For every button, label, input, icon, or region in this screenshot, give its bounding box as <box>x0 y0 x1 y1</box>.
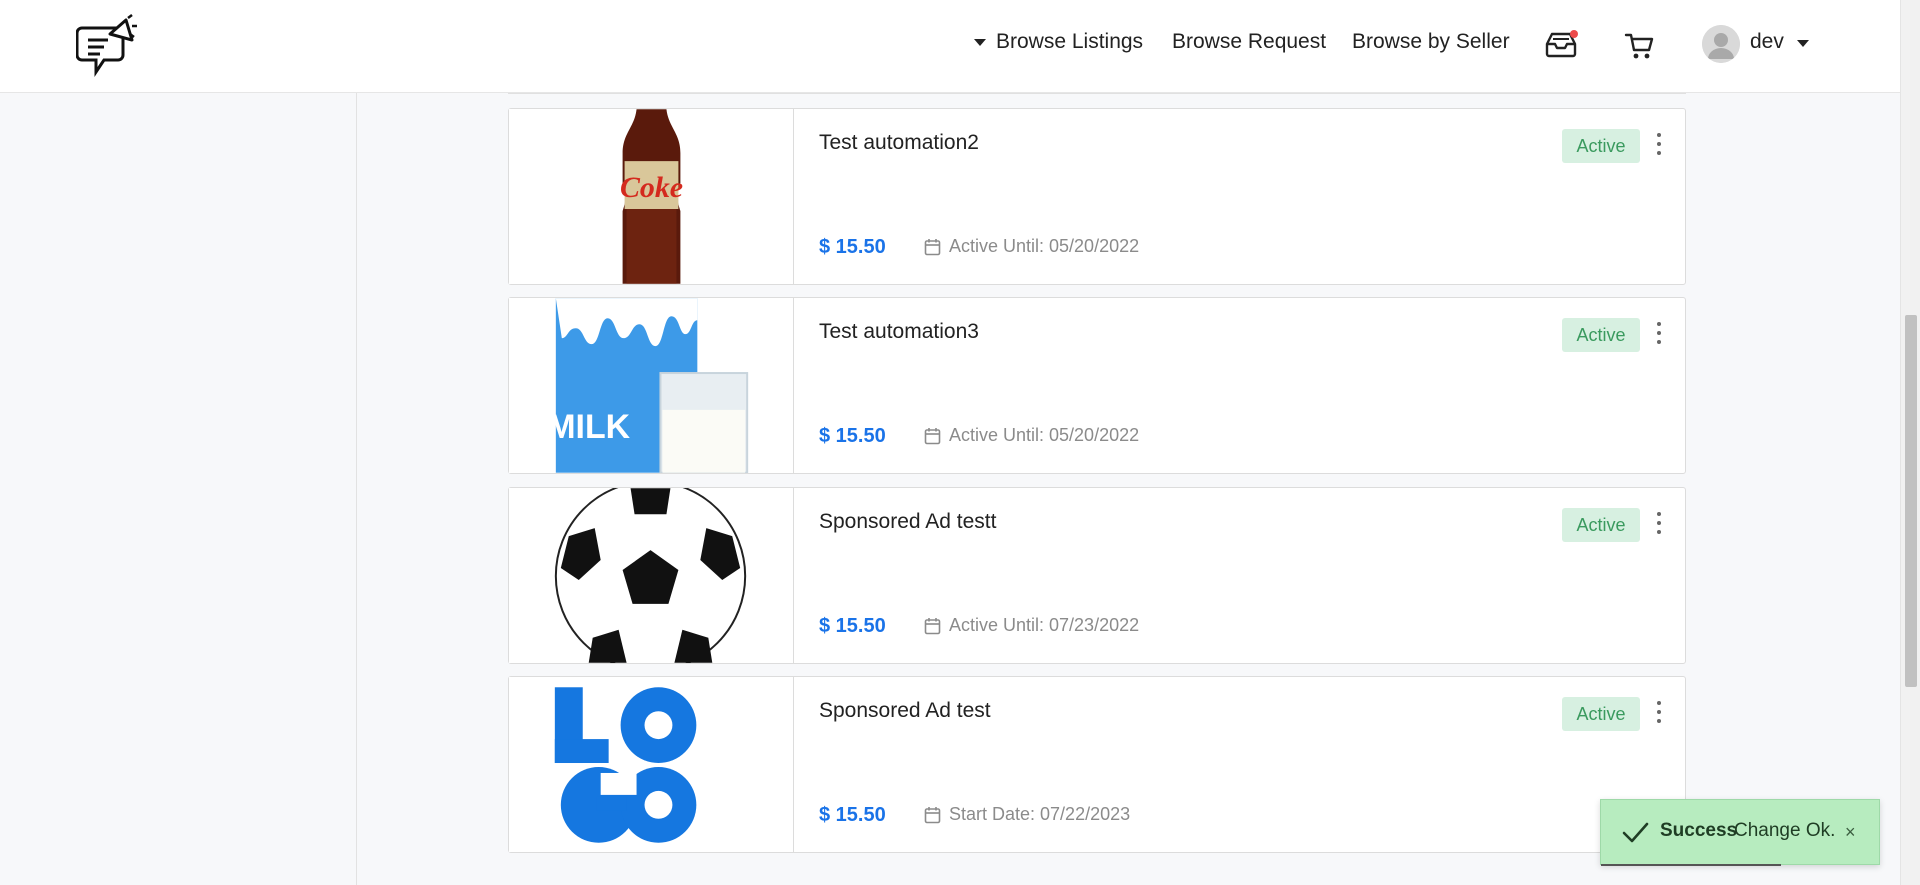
calendar-icon <box>924 238 941 255</box>
inbox-button[interactable] <box>1544 30 1578 60</box>
listing-date: Active Until: 07/23/2022 <box>924 615 1139 636</box>
listing-price: $ 15.50 <box>819 615 886 637</box>
listing-image[interactable] <box>509 488 794 663</box>
listing-card[interactable]: MILK Test automation3 $ 15.50 Active Unt… <box>508 297 1686 474</box>
shopping-cart-icon <box>1624 33 1654 59</box>
calendar-icon <box>924 806 941 823</box>
listing-price: $ 15.50 <box>819 236 886 258</box>
sidebar-divider <box>356 93 357 885</box>
toast-message: Change Ok. <box>1734 820 1836 841</box>
megaphone-chat-logo-icon <box>75 14 137 77</box>
more-options-icon[interactable] <box>1654 512 1664 534</box>
listing-price: $ 15.50 <box>819 425 886 447</box>
cart-button[interactable] <box>1624 32 1654 60</box>
user-silhouette-icon <box>1702 25 1740 63</box>
coke-bottle-icon: Coke <box>620 109 683 284</box>
nav-browse-by-seller[interactable]: Browse by Seller <box>1352 30 1510 54</box>
listing-date-text: Active Until: 05/20/2022 <box>949 236 1140 256</box>
listing-date-text: Start Date: 07/22/2023 <box>949 804 1131 824</box>
top-navbar: Browse Listings Browse Request Browse by… <box>0 0 1900 93</box>
status-badge: Active <box>1562 697 1640 731</box>
status-badge: Active <box>1562 508 1640 542</box>
vertical-scrollbar[interactable] <box>1900 0 1920 885</box>
soccer-ball-icon <box>554 488 747 663</box>
close-icon[interactable]: × <box>1845 822 1856 843</box>
success-toast: Success Change Ok. × <box>1600 799 1880 866</box>
user-avatar[interactable] <box>1702 25 1740 63</box>
milk-carton-icon: MILK <box>547 298 749 473</box>
toast-progress-bar <box>1601 864 1781 866</box>
listing-card[interactable]: Coke Test automation2 $ 15.50 Active Unt… <box>508 108 1686 285</box>
calendar-icon <box>924 617 941 634</box>
scrollbar-thumb[interactable] <box>1905 315 1917 687</box>
nav-browse-listings-label: Browse Listings <box>996 30 1144 53</box>
svg-text:MILK: MILK <box>547 408 630 446</box>
listing-image[interactable]: Coke <box>509 109 794 284</box>
listing-date-text: Active Until: 05/20/2022 <box>949 425 1140 445</box>
status-badge: Active <box>1562 318 1640 352</box>
listing-date: Start Date: 07/22/2023 <box>924 804 1130 825</box>
status-badge: Active <box>1562 129 1640 163</box>
more-options-icon[interactable] <box>1654 322 1664 344</box>
user-menu-caret-icon[interactable] <box>1797 40 1809 47</box>
listing-date: Active Until: 05/20/2022 <box>924 236 1139 257</box>
caret-down-icon <box>974 38 986 46</box>
more-options-icon[interactable] <box>1654 133 1664 155</box>
listing-title[interactable]: Test automation2 <box>819 131 979 155</box>
logo-placeholder-icon <box>554 687 697 843</box>
listing-image[interactable]: MILK <box>509 298 794 473</box>
listing-card[interactable]: Sponsored Ad test $ 15.50 Start Date: 07… <box>508 676 1686 853</box>
listing-title[interactable]: Test automation3 <box>819 320 979 344</box>
listing-card[interactable]: Sponsored Ad testt $ 15.50 Active Until:… <box>508 487 1686 664</box>
nav-browse-request[interactable]: Browse Request <box>1172 30 1326 54</box>
more-options-icon[interactable] <box>1654 701 1664 723</box>
section-divider <box>508 93 1686 94</box>
user-menu-name[interactable]: dev <box>1750 30 1784 54</box>
listing-price: $ 15.50 <box>819 804 886 826</box>
listing-title[interactable]: Sponsored Ad test <box>819 699 991 723</box>
brand-logo[interactable] <box>75 14 138 80</box>
nav-browse-listings[interactable]: Browse Listings <box>974 30 1143 54</box>
notification-dot <box>1570 30 1578 38</box>
listing-title[interactable]: Sponsored Ad testt <box>819 510 996 534</box>
calendar-icon <box>924 427 941 444</box>
toast-title: Success <box>1660 820 1738 841</box>
listing-date-text: Active Until: 07/23/2022 <box>949 615 1140 635</box>
checkmark-icon <box>1622 822 1649 843</box>
listing-date: Active Until: 05/20/2022 <box>924 425 1139 446</box>
listing-image[interactable] <box>509 677 794 852</box>
svg-text:Coke: Coke <box>620 171 683 204</box>
